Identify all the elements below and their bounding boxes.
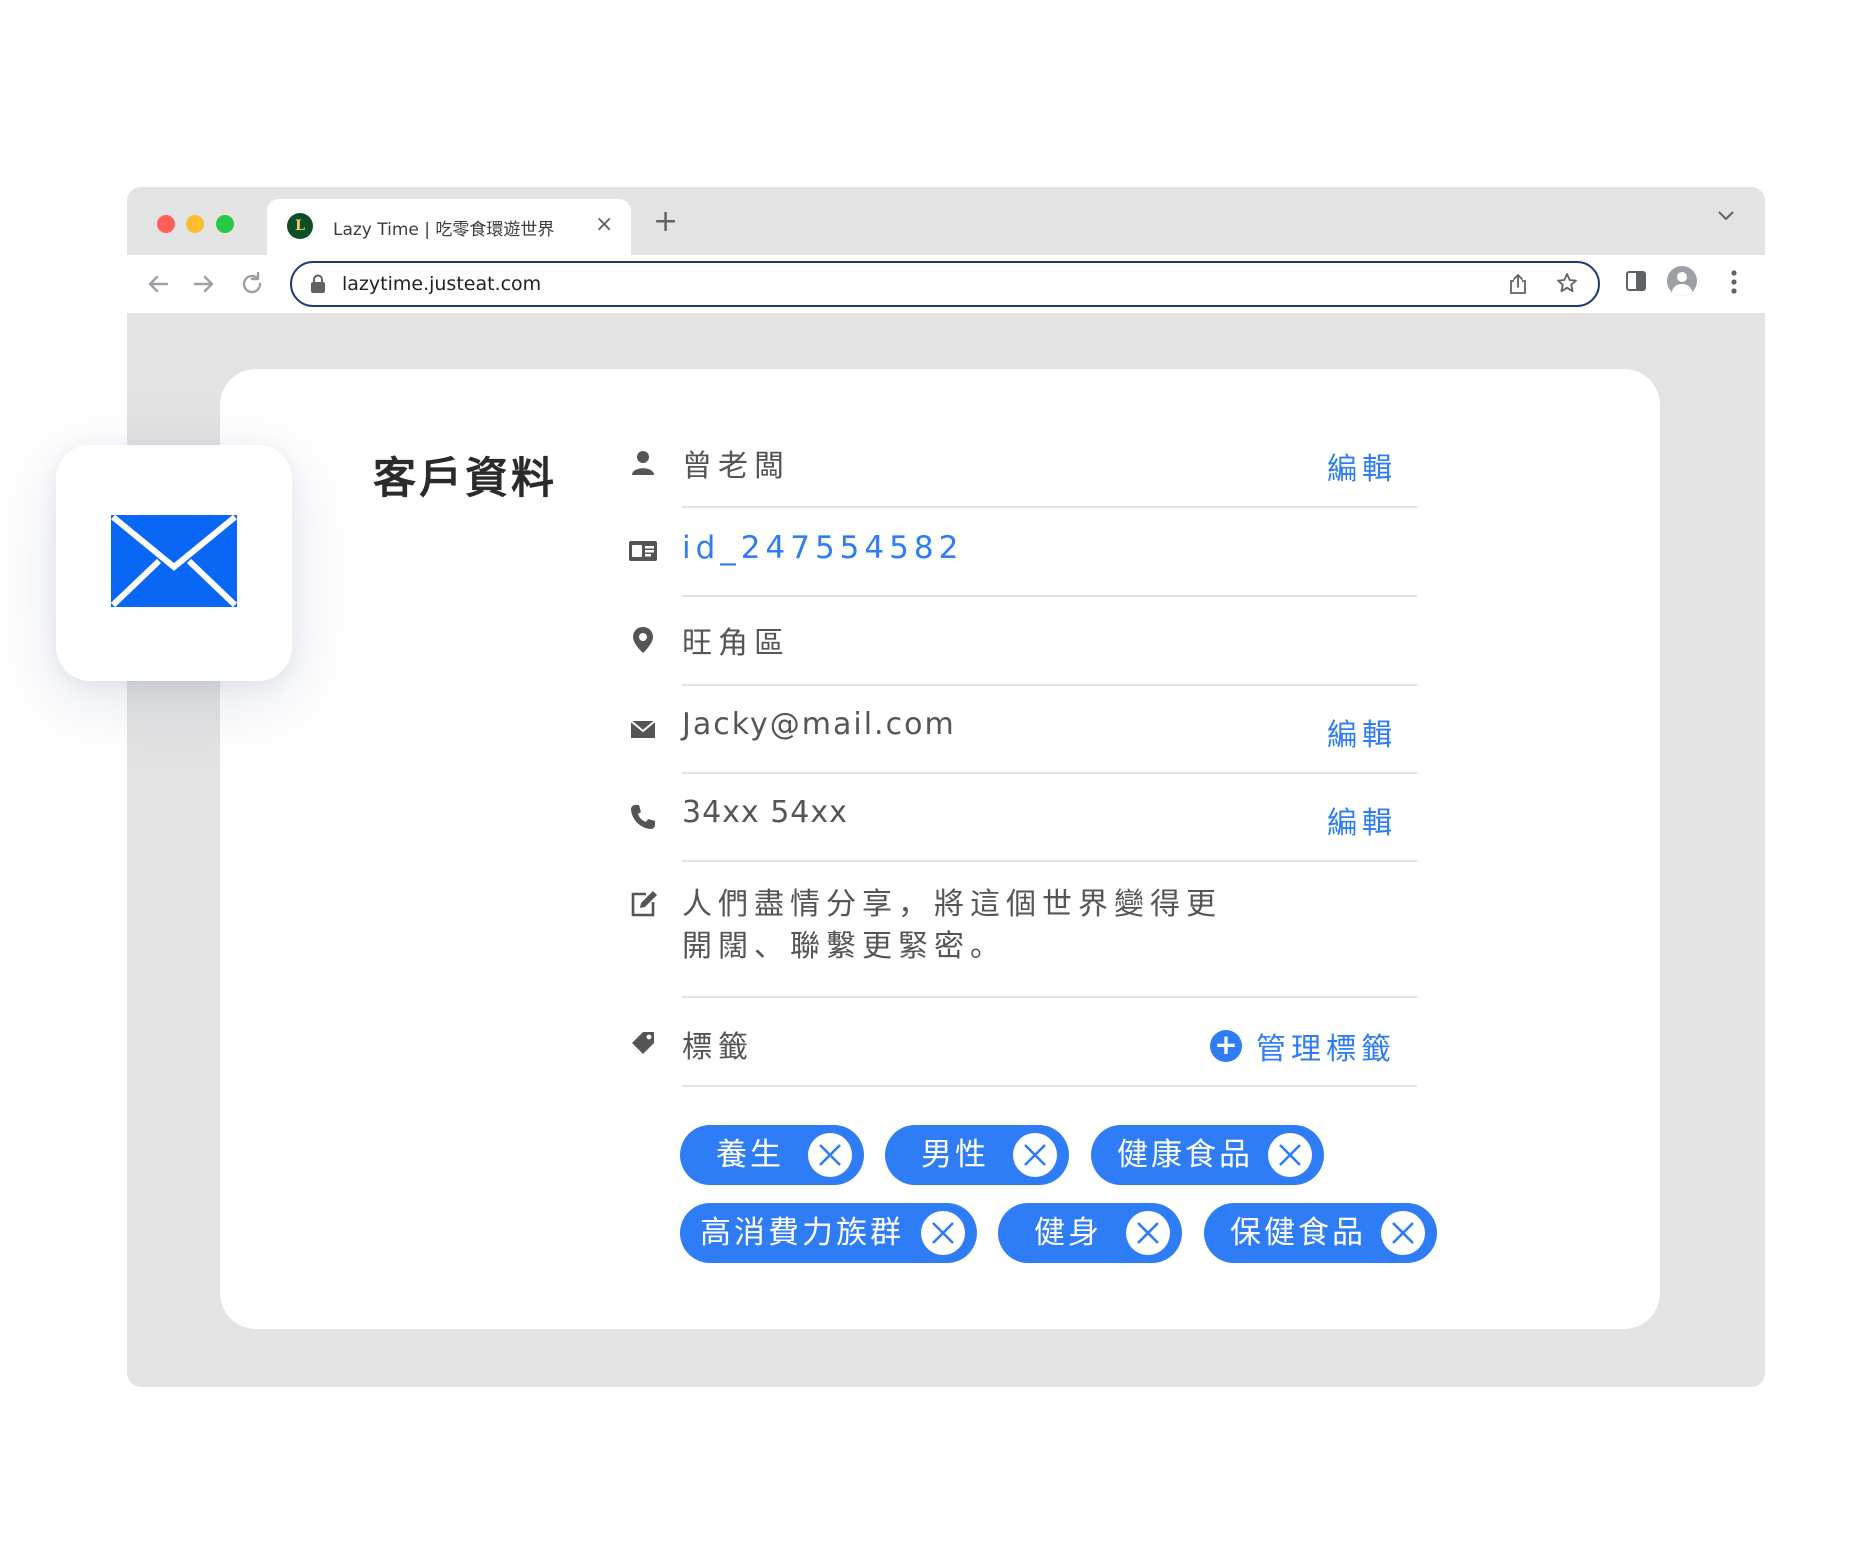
edit-name-button[interactable]: 編輯 bbox=[1327, 444, 1397, 488]
remove-tag-icon[interactable] bbox=[921, 1211, 965, 1255]
tag-chip[interactable]: 養生 bbox=[680, 1125, 864, 1185]
tag-chip[interactable]: 健身 bbox=[998, 1203, 1182, 1263]
divider bbox=[682, 595, 1417, 597]
tab-bar: L Lazy Time | 吃零食環遊世界 × + bbox=[127, 187, 1765, 255]
chevron-down-icon[interactable] bbox=[1717, 209, 1735, 223]
tag-chip[interactable]: 健康食品 bbox=[1091, 1125, 1324, 1185]
edit-phone-button[interactable]: 編輯 bbox=[1327, 798, 1397, 842]
bio-text: 人們盡情分享，將這個世界變得更 開闊、聯繫更緊密。 bbox=[682, 884, 1242, 968]
reload-icon[interactable] bbox=[237, 269, 267, 299]
bio-line-2: 開闊、聯繫更緊密。 bbox=[682, 929, 1006, 964]
id-card-icon bbox=[629, 541, 657, 561]
email: Jacky@mail.com bbox=[682, 707, 956, 742]
tag-chip[interactable]: 男性 bbox=[885, 1125, 1069, 1185]
mail-app-card bbox=[56, 445, 292, 681]
url-text: lazytime.justeat.com bbox=[342, 273, 542, 295]
favicon-icon: L bbox=[287, 213, 313, 239]
tag-icon bbox=[632, 1032, 654, 1054]
tab-close-icon[interactable]: × bbox=[595, 212, 613, 237]
tag-label: 男性 bbox=[921, 1137, 989, 1173]
tag-label: 保健食品 bbox=[1230, 1215, 1366, 1251]
tag-chip[interactable]: 高消費力族群 bbox=[680, 1203, 977, 1263]
edit-note-icon bbox=[631, 891, 657, 917]
phone-icon bbox=[631, 805, 655, 829]
phone-number: 34xx 54xx bbox=[682, 795, 848, 830]
bio-line-1: 人們盡情分享，將這個世界變得更 bbox=[682, 887, 1222, 922]
plus-circle-icon: + bbox=[1210, 1030, 1242, 1062]
edit-email-button[interactable]: 編輯 bbox=[1327, 710, 1397, 754]
divider bbox=[682, 860, 1417, 862]
customer-name: 曾老闆 bbox=[682, 449, 790, 484]
page-title: 客戶資料 bbox=[373, 454, 557, 504]
remove-tag-icon[interactable] bbox=[808, 1133, 852, 1177]
tags-label: 標籤 bbox=[682, 1030, 754, 1065]
location-pin-icon bbox=[633, 627, 653, 653]
back-arrow-icon[interactable] bbox=[143, 269, 173, 299]
tab-title: Lazy Time | 吃零食環遊世界 bbox=[333, 220, 555, 240]
mail-icon bbox=[111, 515, 237, 607]
tag-label: 健身 bbox=[1034, 1215, 1102, 1251]
district: 旺角區 bbox=[682, 626, 790, 661]
browser-toolbar: lazytime.justeat.com bbox=[127, 255, 1765, 313]
envelope-icon bbox=[630, 720, 656, 738]
divider bbox=[682, 996, 1417, 998]
remove-tag-icon[interactable] bbox=[1013, 1133, 1057, 1177]
forward-arrow-icon[interactable] bbox=[189, 269, 219, 299]
lock-icon bbox=[311, 274, 325, 293]
remove-tag-icon[interactable] bbox=[1381, 1211, 1425, 1255]
customer-card bbox=[220, 369, 1660, 1329]
browser-tab[interactable]: L Lazy Time | 吃零食環遊世界 × bbox=[267, 199, 631, 255]
bookmark-star-icon[interactable] bbox=[1556, 272, 1578, 294]
maximize-window-button[interactable] bbox=[216, 215, 234, 233]
minimize-window-button[interactable] bbox=[186, 215, 204, 233]
divider bbox=[682, 1085, 1417, 1087]
remove-tag-icon[interactable] bbox=[1268, 1133, 1312, 1177]
profile-avatar-icon[interactable] bbox=[1667, 266, 1697, 296]
side-panel-icon[interactable] bbox=[1624, 269, 1648, 293]
close-window-button[interactable] bbox=[157, 215, 175, 233]
share-icon[interactable] bbox=[1508, 273, 1528, 295]
more-menu-icon[interactable] bbox=[1730, 269, 1738, 295]
tag-label: 健康食品 bbox=[1117, 1137, 1253, 1173]
customer-id: id_247554582 bbox=[682, 530, 964, 566]
tag-label: 高消費力族群 bbox=[700, 1215, 904, 1251]
divider bbox=[682, 772, 1417, 774]
new-tab-icon[interactable]: + bbox=[653, 207, 678, 237]
tag-label: 養生 bbox=[716, 1137, 784, 1173]
remove-tag-icon[interactable] bbox=[1126, 1211, 1170, 1255]
divider bbox=[682, 506, 1417, 508]
user-icon bbox=[632, 451, 654, 475]
tag-chip[interactable]: 保健食品 bbox=[1204, 1203, 1437, 1263]
divider bbox=[682, 684, 1417, 686]
manage-tags-label: 管理標籤 bbox=[1256, 1032, 1396, 1067]
address-bar[interactable]: lazytime.justeat.com bbox=[290, 261, 1600, 307]
